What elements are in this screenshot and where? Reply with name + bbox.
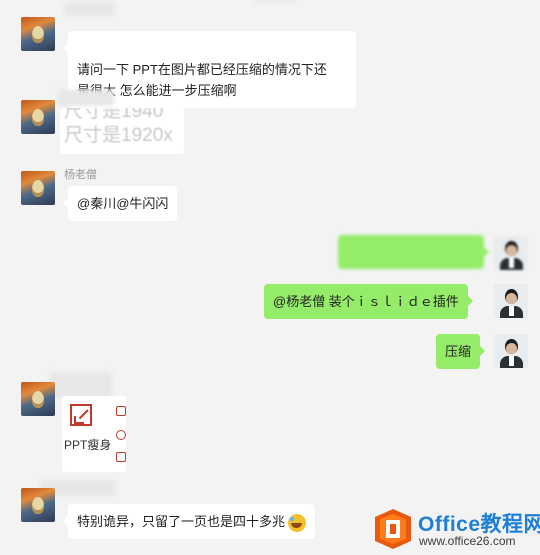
office-logo-icon xyxy=(375,509,411,549)
crying-emoji-icon xyxy=(288,513,307,532)
image-message[interactable]: 尺寸是1940 尺寸是1920x xyxy=(60,108,184,154)
avatar[interactable] xyxy=(21,100,55,134)
message-row: 压缩 xyxy=(0,332,540,372)
message-row: 尺寸是1940 尺寸是1920x xyxy=(0,86,540,156)
avatar[interactable] xyxy=(21,382,55,416)
message-text: 压缩 xyxy=(445,344,472,359)
card-side-icon xyxy=(116,452,126,462)
image-text-line: 尺寸是1940 xyxy=(64,108,164,122)
message-bubble[interactable]: 压缩 xyxy=(436,334,486,369)
message-row: PPT瘦身 xyxy=(0,370,540,480)
file-card[interactable]: PPT瘦身 xyxy=(62,396,126,472)
message-text: @杨老僧 装个ｉｓｌｉｄｅ插件 xyxy=(273,294,459,309)
avatar[interactable] xyxy=(494,284,528,318)
watermark-url: www.office26.com xyxy=(419,534,516,548)
sender-name-blurred xyxy=(58,90,114,106)
message-text: @秦川@牛闪闪 xyxy=(77,196,169,211)
avatar[interactable] xyxy=(21,488,55,522)
sender-name-blurred xyxy=(50,372,112,398)
card-side-icon xyxy=(116,406,126,416)
card-label: PPT瘦身 xyxy=(64,438,112,452)
message-bubble[interactable]: 特别诡异，只留了一页也是四十多兆 xyxy=(62,504,316,539)
avatar[interactable] xyxy=(494,236,528,270)
message-bubble[interactable]: @杨老僧 装个ｉｓｌｉｄｅ插件 xyxy=(264,284,473,319)
sender-name-blurred xyxy=(64,2,114,16)
message-row: 请问一下 PPT在图片都已经压缩的情况下还 是很大 怎么能进一步压缩啊 xyxy=(0,0,540,108)
sender-name: 杨老僧 xyxy=(64,169,97,181)
message-text: 特别诡异，只留了一页也是四十多兆 xyxy=(77,514,286,529)
message-bubble[interactable]: @秦川@牛闪闪 xyxy=(62,186,178,221)
avatar[interactable] xyxy=(21,171,55,205)
top-bar-blurred xyxy=(255,0,295,2)
avatar[interactable] xyxy=(494,334,528,368)
message-row: 杨老僧 @秦川@牛闪闪 xyxy=(0,166,540,226)
message-row: @杨老僧 装个ｉｓｌｉｄｅ插件 xyxy=(0,282,540,324)
avatar[interactable] xyxy=(21,17,55,51)
message-row xyxy=(0,232,540,276)
card-side-icon xyxy=(116,430,126,440)
message-bubble[interactable] xyxy=(338,235,489,269)
compress-icon xyxy=(70,404,92,426)
image-text-line: 尺寸是1920x xyxy=(64,125,173,146)
